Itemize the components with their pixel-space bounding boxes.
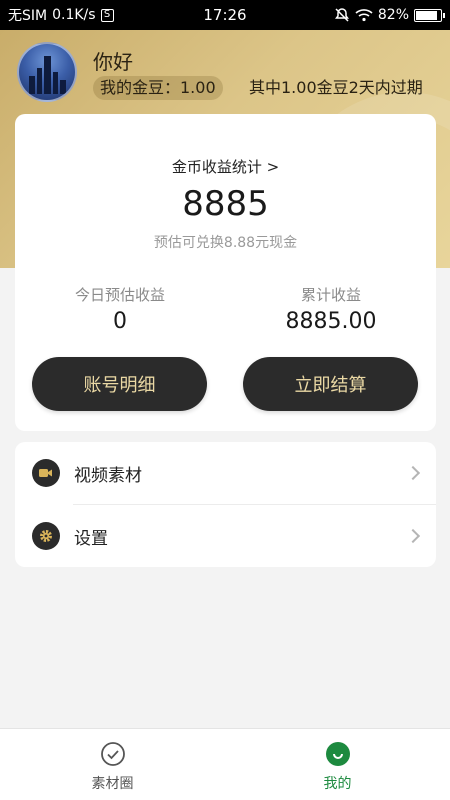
greeting-text: 你好	[93, 50, 133, 74]
tab-mine[interactable]: 我的	[225, 729, 450, 800]
battery-icon	[414, 8, 445, 22]
battery-percent: 82%	[377, 7, 409, 23]
cumulative-earnings-label: 累计收益	[300, 286, 361, 304]
carrier-label: 无SIM	[8, 8, 48, 24]
s-badge-icon: S	[100, 8, 114, 22]
tab-label: 素材圈	[91, 776, 134, 792]
coin-total: 8885	[182, 184, 269, 224]
video-camera-icon	[32, 459, 60, 487]
network-speed: 0.1K/s	[52, 7, 96, 23]
account-details-button[interactable]: 账号明细	[32, 357, 207, 411]
settle-now-button[interactable]: 立即结算	[243, 357, 418, 411]
alarm-muted-icon	[334, 8, 349, 22]
status-bar: 无SIM 0.1K/s S 17:26 82%	[0, 0, 450, 30]
menu-item-label: 视频素材	[74, 465, 142, 486]
cash-estimate: 预估可兑换8.88元现金	[153, 235, 298, 251]
bean-expire-note: 其中1.00金豆2天内过期	[249, 78, 423, 97]
menu-list: 视频素材 设置	[15, 442, 436, 567]
menu-item-settings[interactable]: 设置	[15, 505, 436, 567]
earnings-card: 金币收益统计 > 8885 预估可兑换8.88元现金 今日预估收益 0 累计收益…	[15, 114, 436, 431]
gold-bean-badge: 我的金豆：1.00	[93, 76, 223, 100]
avatar[interactable]	[17, 42, 77, 102]
check-circle-icon	[100, 742, 125, 766]
gear-icon	[32, 522, 60, 550]
chevron-right-icon	[405, 528, 421, 544]
menu-item-label: 设置	[74, 528, 108, 549]
coin-stats-link[interactable]: 金币收益统计 >	[15, 156, 436, 177]
today-earnings-value: 0	[113, 309, 127, 334]
cumulative-earnings-value: 8885.00	[285, 309, 377, 334]
smile-icon	[325, 742, 350, 766]
tab-label: 我的	[323, 776, 352, 792]
menu-item-video-material[interactable]: 视频素材	[15, 442, 436, 504]
chevron-right-icon	[405, 465, 421, 481]
today-earnings-label: 今日预估收益	[74, 286, 165, 304]
cumulative-earnings: 累计收益 8885.00	[226, 284, 436, 334]
wifi-icon	[355, 9, 373, 22]
today-earnings: 今日预估收益 0	[15, 284, 225, 334]
tab-material-circle[interactable]: 素材圈	[0, 729, 225, 800]
bottom-tab-bar: 素材圈 我的	[0, 728, 450, 800]
